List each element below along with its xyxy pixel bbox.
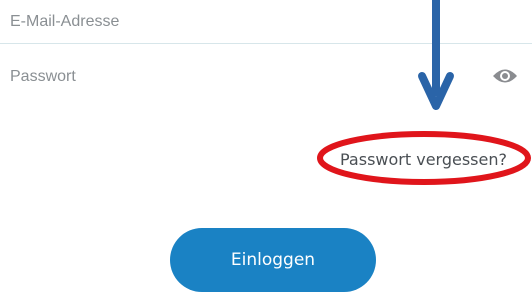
annotation-down-arrow-icon <box>418 0 454 110</box>
email-input[interactable] <box>0 5 440 38</box>
annotation-highlight-ellipse <box>317 131 531 185</box>
password-input[interactable] <box>0 44 440 110</box>
eye-icon[interactable] <box>490 64 520 88</box>
login-button[interactable]: Einloggen <box>170 228 376 292</box>
